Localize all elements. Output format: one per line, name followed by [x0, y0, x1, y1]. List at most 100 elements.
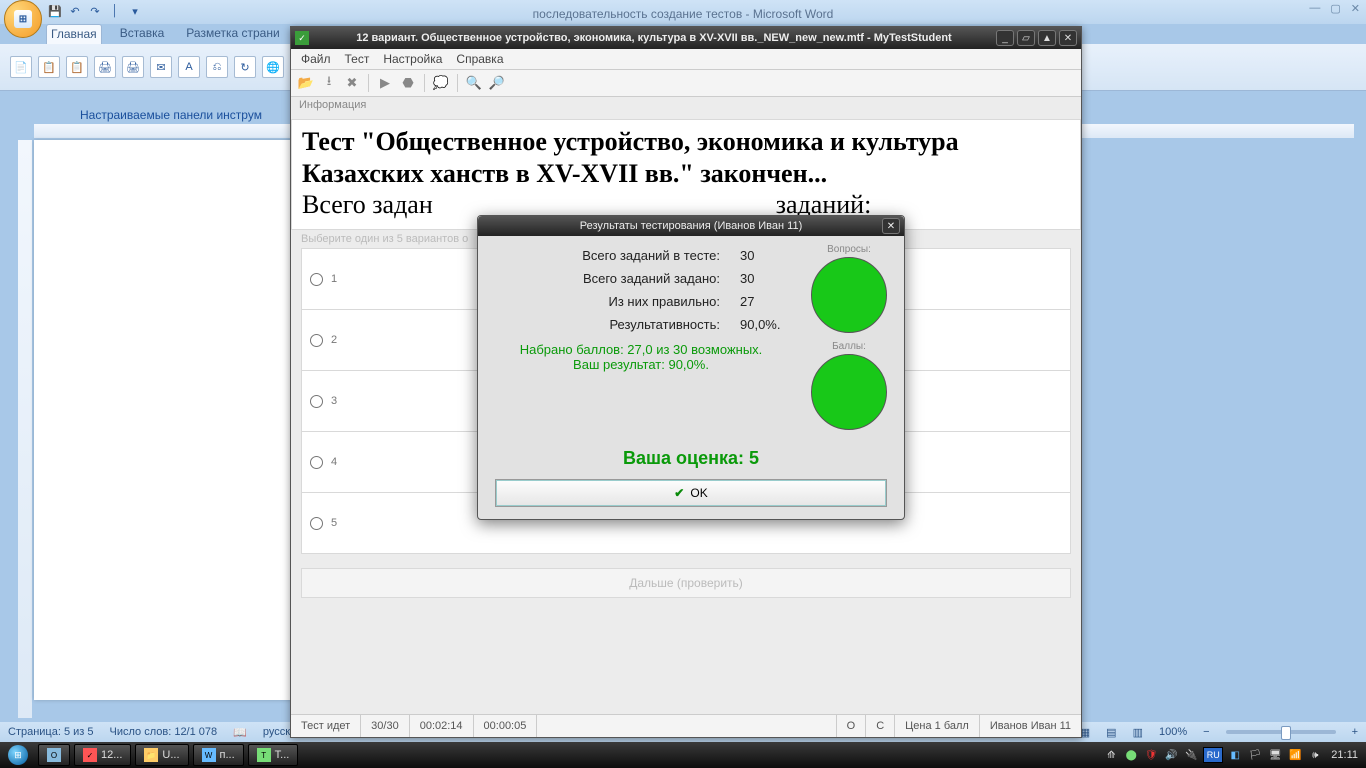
stat-value: 27 — [740, 294, 794, 309]
taskbar-item[interactable]: 📁U... — [135, 744, 188, 766]
test-heading: Тест "Общественное устройство, экономика… — [291, 119, 1081, 230]
help-icon[interactable]: 💭 — [432, 74, 450, 92]
heading-plain-left: Всего задан — [302, 190, 433, 219]
language-indicator[interactable]: RU — [1203, 747, 1223, 763]
tray-icon[interactable]: 🖥 — [1267, 747, 1283, 763]
status-words[interactable]: Число слов: 12/1 078 — [110, 726, 218, 738]
menu-file[interactable]: Файл — [301, 52, 331, 66]
zoom-out-icon[interactable]: − — [1203, 726, 1209, 738]
view-icon[interactable]: ▥ — [1133, 726, 1143, 739]
taskbar-item[interactable]: ✓12... — [74, 744, 131, 766]
office-orb[interactable]: ⊞ — [4, 0, 42, 38]
ribbon-icon[interactable]: 🖨 — [94, 56, 116, 78]
ribbon-icon[interactable]: 📋 — [38, 56, 60, 78]
tray-icon[interactable]: 🔌 — [1183, 747, 1199, 763]
option-radio[interactable] — [310, 456, 323, 469]
close-test-icon[interactable]: ✖ — [343, 74, 361, 92]
stat-label: Всего заданий задано: — [488, 271, 720, 286]
option-radio[interactable] — [310, 334, 323, 347]
system-tray: ⟰ ⬤ 🛡 🔊 🔌 RU ◧ 🏳 🖥 📶 🕪 21:11 — [1103, 747, 1366, 763]
ruler-vertical — [18, 140, 32, 718]
stat-label: Результативность: — [488, 317, 720, 332]
ribbon-icon[interactable]: ⎌ — [206, 56, 228, 78]
option-radio[interactable] — [310, 395, 323, 408]
zoom-out-icon[interactable]: 🔎 — [488, 74, 506, 92]
restore-icon[interactable]: ▱ — [1017, 30, 1035, 46]
mts-menu-bar: Файл Тест Настройка Справка — [291, 49, 1081, 70]
status-zoom[interactable]: 100% — [1159, 726, 1187, 738]
stat-value: 90,0%. — [740, 317, 794, 332]
option-label: 5 — [331, 517, 337, 529]
stat-label: Из них правильно: — [488, 294, 720, 309]
taskbar-item[interactable]: Wп... — [193, 744, 244, 766]
ribbon-icon[interactable]: 📋 — [66, 56, 88, 78]
results-stats: Всего заданий в тесте: 30 Всего заданий з… — [488, 244, 794, 430]
taskbar-item[interactable]: O — [38, 744, 70, 766]
qat-vsep: │ — [108, 4, 122, 18]
menu-help[interactable]: Справка — [456, 52, 503, 66]
stop-icon[interactable]: ⬣ — [399, 74, 417, 92]
heading-bold: Тест "Общественное устройство, экономика… — [302, 127, 959, 188]
tray-icon[interactable]: 📶 — [1287, 747, 1303, 763]
close-icon[interactable]: ✕ — [1059, 30, 1077, 46]
ribbon-tab-home[interactable]: Главная — [46, 24, 102, 44]
tray-icon[interactable]: 🔊 — [1163, 747, 1179, 763]
stat-label: Всего заданий в тесте: — [488, 248, 720, 263]
status-user: Иванов Иван 11 — [980, 715, 1081, 737]
ribbon-icon[interactable]: 🌐 — [262, 56, 284, 78]
status-o: О — [837, 715, 867, 737]
ribbon-icon[interactable]: 📄 — [10, 56, 32, 78]
ribbon-icon[interactable]: ✉ — [150, 56, 172, 78]
option-radio[interactable] — [310, 517, 323, 530]
status-c: С — [866, 715, 895, 737]
tray-icon[interactable]: 🏳 — [1247, 747, 1263, 763]
ribbon-tab-insert[interactable]: Вставка — [116, 24, 169, 44]
zoom-in-icon[interactable]: 🔍 — [465, 74, 483, 92]
menu-test[interactable]: Тест — [345, 52, 370, 66]
play-icon[interactable]: ▶ — [376, 74, 394, 92]
ribbon-tab-layout[interactable]: Разметка страни — [182, 24, 283, 44]
taskbar-item[interactable]: TT... — [248, 744, 299, 766]
tray-icon[interactable]: ⬤ — [1123, 747, 1139, 763]
status-time-elapsed: 00:02:14 — [410, 715, 474, 737]
mts-titlebar: ✓ 12 вариант. Общественное устройство, э… — [291, 27, 1081, 49]
tray-icon[interactable]: ⟰ — [1103, 747, 1119, 763]
ribbon-icon[interactable]: 🖨 — [122, 56, 144, 78]
tray-icon[interactable]: ◧ — [1227, 747, 1243, 763]
tray-clock[interactable]: 21:11 — [1327, 749, 1362, 761]
qat-more-icon[interactable]: ▾ — [128, 4, 142, 18]
ribbon-icon[interactable]: A — [178, 56, 200, 78]
redo-icon[interactable]: ↷ — [88, 4, 102, 18]
pie-caption: Вопросы: — [827, 244, 871, 255]
view-icon[interactable]: ▤ — [1106, 726, 1116, 739]
ribbon-icon[interactable]: ↻ — [234, 56, 256, 78]
zoom-in-icon[interactable]: + — [1352, 726, 1358, 738]
menu-settings[interactable]: Настройка — [383, 52, 442, 66]
open-icon[interactable]: 📂 — [297, 74, 315, 92]
zoom-slider[interactable] — [1226, 730, 1336, 734]
status-progress: 30/30 — [361, 715, 410, 737]
stat-value: 30 — [740, 248, 794, 263]
word-ribbon-tabs: Главная Вставка Разметка страни — [46, 24, 284, 44]
option-radio[interactable] — [310, 273, 323, 286]
tray-icon[interactable]: 🕪 — [1307, 747, 1323, 763]
maximize-icon[interactable]: ▲ — [1038, 30, 1056, 46]
undo-icon[interactable]: ↶ — [68, 4, 82, 18]
maximize-icon[interactable]: ▢ — [1330, 2, 1340, 15]
save-icon[interactable]: 💾 — [48, 4, 62, 18]
status-state: Тест идет — [291, 715, 361, 737]
close-icon[interactable]: ✕ — [882, 218, 900, 234]
minimize-icon[interactable]: — — [1309, 2, 1320, 15]
app-icon: ✓ — [295, 31, 309, 45]
lock-icon[interactable]: ⭳ — [320, 74, 338, 92]
tray-icon[interactable]: 🛡 — [1143, 747, 1159, 763]
next-button[interactable]: Дальше (проверить) — [301, 568, 1071, 598]
start-button[interactable]: ⊞ — [0, 742, 36, 768]
score-text: Набрано баллов: 27,0 из 30 возможных. Ва… — [488, 342, 794, 372]
ok-button[interactable]: ✔ OK — [495, 479, 887, 507]
close-icon[interactable]: ✕ — [1351, 2, 1360, 15]
status-lang-icon: 📖 — [233, 726, 247, 739]
minimize-icon[interactable]: _ — [996, 30, 1014, 46]
mts-info-label: Информация — [291, 97, 1081, 119]
status-page[interactable]: Страница: 5 из 5 — [8, 726, 94, 738]
